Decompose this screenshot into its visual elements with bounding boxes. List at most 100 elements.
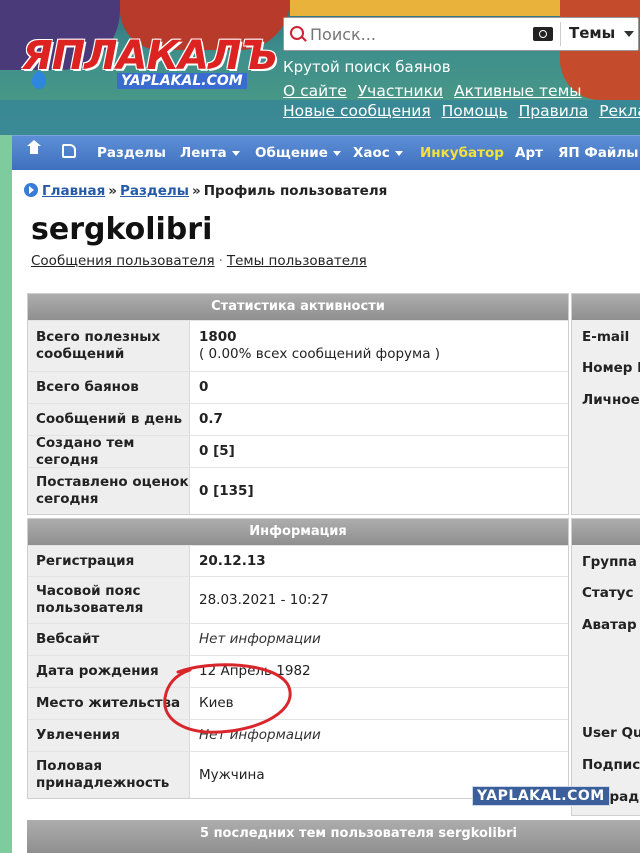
contact-panel: E-mail Номер IC Личное п <box>571 293 640 515</box>
row-value: Нет информации <box>199 631 321 647</box>
row-label: Регистрация <box>28 546 190 576</box>
link-separator: · <box>218 253 223 269</box>
header-links-row1: О сайте Участники Активные темы <box>283 82 588 100</box>
link-active-topics[interactable]: Активные темы <box>454 82 582 100</box>
home-icon[interactable] <box>27 140 41 156</box>
user-posts-link[interactable]: Сообщения пользователя <box>31 253 215 269</box>
table-row: Поставлено оценок сегодня 0 [135] <box>28 467 568 514</box>
nav-item-talk[interactable]: Общение <box>255 145 341 161</box>
link-about[interactable]: О сайте <box>283 82 347 100</box>
row-label: Сообщений в день <box>28 404 190 435</box>
breadcrumb-home[interactable]: Главная <box>42 183 105 199</box>
table-row: Часовой пояс пользователя 28.03.2021 - 1… <box>28 576 568 623</box>
group-panel-body: Группа Статус Аватар User Qua Подпись На… <box>572 545 640 815</box>
group-label: User Qua <box>582 725 640 741</box>
row-label: Создано тем сегодня <box>28 435 190 468</box>
contact-label: E-mail <box>582 329 630 345</box>
site-logo[interactable]: ЯПЛАКАЛЪ YAPLAKAL.COM <box>22 33 278 95</box>
contact-panel-head <box>572 294 640 320</box>
row-value: 0 [5] <box>199 443 235 459</box>
group-panel: Группа Статус Аватар User Qua Подпись На… <box>571 518 640 816</box>
contact-label: Номер IC <box>582 360 640 376</box>
main-nav: Разделы Лента Общение Хаос Инкубатор Арт… <box>12 135 640 170</box>
nav-item-incubator[interactable]: Инкубатор <box>420 145 504 161</box>
chevron-down-icon[interactable] <box>624 31 634 37</box>
table-row: Всего баянов 0 <box>28 371 568 403</box>
row-value: 0 [135] <box>199 482 254 499</box>
stats-panel-title: Статистика активности <box>28 294 568 320</box>
info-panel: Информация Регистрация 20.12.13 Часовой … <box>27 518 569 799</box>
nav-item-art[interactable]: Арт <box>515 145 543 161</box>
row-label: Половая принадлежность <box>28 752 190 798</box>
row-label: Часовой пояс пользователя <box>28 577 190 623</box>
stats-panel: Статистика активности Всего полезных соо… <box>27 293 569 515</box>
contact-label: Личное п <box>582 392 640 408</box>
breadcrumb: Главная» Разделы» Профиль пользователя <box>24 183 387 199</box>
search-scope-select[interactable]: Темы <box>569 24 615 42</box>
table-row: Создано тем сегодня 0 [5] <box>28 435 568 468</box>
nav-item-chaos[interactable]: Хаос <box>353 145 403 161</box>
row-value: 20.12.13 <box>199 552 266 569</box>
user-links: Сообщения пользователя · Темы пользователя <box>31 253 367 269</box>
row-label: Всего баянов <box>28 372 190 403</box>
logo-domain: YAPLAKAL.COM <box>117 73 247 89</box>
row-label: Дата рождения <box>28 656 190 687</box>
row-value: Мужчина <box>199 766 265 783</box>
link-ads[interactable]: Реклам <box>599 102 640 120</box>
nav-item-feed[interactable]: Лента <box>180 145 240 161</box>
row-label: Поставлено оценок сегодня <box>28 468 190 514</box>
site-watermark: YAPLAKAL.COM <box>472 786 610 806</box>
table-row: Вебсайт Нет информации <box>28 623 568 655</box>
search-icon <box>290 26 304 40</box>
link-new-posts[interactable]: Новые сообщения <box>283 102 431 120</box>
table-row: Дата рождения 12 Апрель 1982 <box>28 655 568 687</box>
table-row: Место жительства Киев <box>28 687 568 719</box>
table-row: Всего полезных сообщений 1800 ( 0.00% вс… <box>28 320 568 371</box>
row-value: 12 Апрель 1982 <box>199 663 311 679</box>
breadcrumb-separator: » <box>108 183 117 199</box>
page-title: sergkolibri <box>31 212 213 247</box>
thumbs-up-icon[interactable] <box>62 144 76 158</box>
search-box: Темы <box>283 17 639 51</box>
search-input[interactable] <box>308 22 542 46</box>
info-panel-title: Информация <box>28 519 568 545</box>
link-rules[interactable]: Правила <box>519 102 589 120</box>
nav-item-files[interactable]: ЯП Файлы <box>558 145 638 161</box>
header-links-row2: Новые сообщения Помощь Правила Реклам <box>283 102 640 120</box>
breadcrumb-sections[interactable]: Разделы <box>120 183 189 199</box>
table-row: Увлечения Нет информации <box>28 719 568 751</box>
recent-topics-panel-head: 5 последних тем пользователя sergkolibri <box>27 820 640 853</box>
table-row: Регистрация 20.12.13 <box>28 545 568 576</box>
contact-panel-body: E-mail Номер IC Личное п <box>572 320 640 514</box>
row-value: 1800 ( 0.00% всех сообщений форума ) <box>199 321 440 371</box>
row-value: 0.7 <box>199 411 223 427</box>
row-value: 28.03.2021 - 10:27 <box>199 591 329 608</box>
group-label: Аватар <box>582 617 637 633</box>
link-members[interactable]: Участники <box>358 82 443 100</box>
group-label: Подпись <box>582 757 640 773</box>
play-icon <box>24 183 38 197</box>
useful-posts-count: 1800 <box>199 329 237 345</box>
useful-posts-share: ( 0.00% всех сообщений форума ) <box>199 346 441 362</box>
camera-icon[interactable] <box>533 27 553 41</box>
left-strip <box>0 135 12 853</box>
breadcrumb-separator: » <box>192 183 201 199</box>
nav-item-sections[interactable]: Разделы <box>97 145 166 161</box>
row-value: Киев <box>199 695 234 711</box>
row-value: 0 <box>199 379 209 395</box>
row-label: Вебсайт <box>28 624 190 655</box>
row-value: Нет информации <box>199 727 321 743</box>
drop-icon <box>32 71 46 89</box>
recent-topics-title: 5 последних тем пользователя sergkolibri <box>200 826 518 841</box>
row-label: Всего полезных сообщений <box>28 321 190 371</box>
group-panel-head <box>572 519 640 545</box>
user-topics-link[interactable]: Темы пользователя <box>227 253 367 269</box>
search-divider <box>560 22 561 46</box>
group-label: Группа <box>582 554 637 570</box>
link-help[interactable]: Помощь <box>442 102 508 120</box>
site-slogan: Крутой поиск баянов <box>283 58 451 76</box>
site-header: ЯПЛАКАЛЪ YAPLAKAL.COM Темы Крутой поиск … <box>0 0 640 135</box>
row-label: Увлечения <box>28 720 190 751</box>
row-label: Место жительства <box>28 688 190 719</box>
breadcrumb-current: Профиль пользователя <box>203 183 388 199</box>
